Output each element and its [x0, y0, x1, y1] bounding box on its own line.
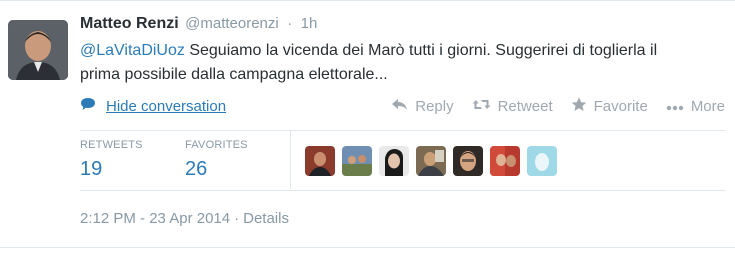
footer-separator: ·: [234, 210, 240, 227]
reply-label: Reply: [415, 98, 454, 115]
favoriter-avatar[interactable]: [379, 146, 409, 176]
retweets-count: 19: [80, 158, 103, 180]
retweet-label: Retweet: [497, 98, 553, 115]
header-separator: ·: [287, 15, 293, 32]
tweet-time[interactable]: 1h: [301, 15, 318, 32]
reply-button[interactable]: Reply: [391, 97, 454, 116]
favorites-stat[interactable]: FAVORITES 26: [185, 139, 248, 181]
ellipsis-icon: [666, 98, 691, 115]
favoriter-avatar[interactable]: [342, 146, 372, 176]
tweet-footer: 2:12 PM - 23 Apr 2014 · Details: [80, 210, 289, 227]
tweet-header: Matteo Renzi @matteorenzi · 1h: [80, 15, 317, 33]
favorite-label: Favorite: [593, 98, 648, 115]
favorites-count: 26: [185, 158, 208, 180]
reply-icon: [391, 98, 415, 115]
star-icon: [571, 97, 594, 116]
default-egg-avatar[interactable]: [527, 146, 557, 176]
tweet-text: @LaVitaDiUoz Seguiamo la vicenda dei Mar…: [80, 39, 730, 87]
hide-conversation-label: Hide conversation: [106, 97, 227, 115]
favoriters-avatars: [305, 146, 564, 176]
favoriter-avatar[interactable]: [305, 146, 335, 176]
author-username[interactable]: @matteorenzi: [185, 15, 279, 32]
more-label: More: [690, 98, 725, 115]
more-button[interactable]: More: [666, 97, 725, 116]
hide-conversation-link[interactable]: Hide conversation: [80, 97, 226, 115]
avatar[interactable]: [8, 20, 68, 80]
speech-bubble-icon: [80, 97, 96, 115]
mention-link[interactable]: @LaVitaDiUoz: [80, 42, 185, 59]
favorite-button[interactable]: Favorite: [571, 97, 648, 116]
retweet-button[interactable]: Retweet: [472, 97, 553, 116]
tweet-card: Matteo Renzi @matteorenzi · 1h @LaVitaDi…: [0, 0, 735, 248]
retweets-stat[interactable]: RETWEETS 19: [80, 139, 143, 181]
favorites-label: FAVORITES: [185, 139, 248, 151]
tweet-text-line2: prima possibile dalla campagna elettoral…: [80, 66, 388, 83]
favoriter-avatar[interactable]: [416, 146, 446, 176]
stats-bottom-divider: [80, 190, 726, 191]
tweet-timestamp[interactable]: 2:12 PM - 23 Apr 2014: [80, 210, 230, 227]
favoriter-avatar[interactable]: [490, 146, 520, 176]
stats-separator: [290, 131, 291, 189]
favoriter-avatar[interactable]: [453, 146, 483, 176]
details-link[interactable]: Details: [243, 210, 289, 227]
retweets-label: RETWEETS: [80, 139, 143, 151]
retweet-icon: [472, 98, 498, 115]
tweet-text-line1: Seguiamo la vicenda dei Marò tutti i gio…: [184, 42, 658, 59]
author-fullname[interactable]: Matteo Renzi: [80, 15, 179, 32]
tweet-actions: Reply Retweet Favorite More: [373, 97, 725, 116]
stats-top-divider: [80, 130, 726, 131]
